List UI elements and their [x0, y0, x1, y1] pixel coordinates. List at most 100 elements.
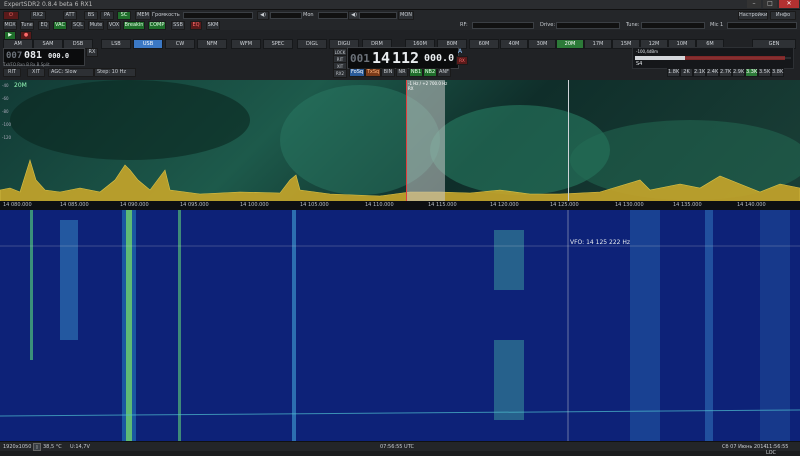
vfo-b-sub-3: Split — [40, 62, 50, 67]
tune-level-label: Tune: — [626, 22, 640, 28]
vox-button[interactable]: VOX — [107, 21, 121, 30]
step-select[interactable]: Step: 10 Hz — [94, 68, 136, 77]
mode-spec[interactable]: SPEC — [263, 39, 293, 49]
vfo-b-sub-0: TxVFO — [3, 62, 16, 67]
freq-tick-5: 14 105.000 — [300, 202, 329, 208]
nb2-button[interactable]: NB2 — [423, 68, 437, 77]
mute-button[interactable]: Mute — [88, 21, 104, 30]
db-2: -60 — [2, 96, 9, 101]
main-frequency-display[interactable]: 001 14 112 000.0 — [347, 47, 459, 69]
tune-button[interactable]: Tune — [20, 21, 34, 30]
bw-3-5k[interactable]: 3.5K — [758, 68, 771, 77]
mon-label: Mon — [303, 12, 314, 18]
mem-button[interactable]: MEM — [135, 11, 151, 20]
vfo-b-sub: TxVFO Rxn B Rx B Split — [3, 62, 50, 67]
power-button[interactable]: ⏻ — [3, 11, 19, 20]
freq-tick-8: 14 120.000 — [490, 202, 519, 208]
vfo-b-rx-label[interactable]: RX — [86, 48, 98, 57]
bw-3-3k[interactable]: 3.3K — [745, 68, 758, 77]
bw-3-8k[interactable]: 3.8K — [771, 68, 784, 77]
mode-wfm[interactable]: WFM — [231, 39, 261, 49]
bw-2-7k[interactable]: 2.7K — [719, 68, 732, 77]
nr-button[interactable]: NR — [396, 68, 408, 77]
mode-cw[interactable]: CW — [165, 39, 195, 49]
mic-slider[interactable] — [727, 22, 797, 29]
freq-hz: 000.0 — [424, 53, 455, 64]
band-60m[interactable]: 60M — [469, 39, 499, 49]
band-30m[interactable]: 30M — [528, 39, 556, 49]
close-button[interactable]: ✕ — [779, 0, 799, 8]
txsq-button[interactable]: TxSq — [365, 68, 381, 77]
volume-fine-slider[interactable] — [270, 12, 302, 19]
mon-slider[interactable] — [318, 12, 348, 19]
eq2-button[interactable]: EQ — [190, 21, 202, 30]
fosq-button[interactable]: FoSq — [349, 68, 365, 77]
mon-button[interactable]: MON — [398, 11, 414, 20]
filter-passband[interactable] — [406, 80, 445, 201]
filter-sub: RX — [408, 86, 414, 91]
bw-2-1k[interactable]: 2.1K — [693, 68, 706, 77]
info-button[interactable]: Инфо — [770, 11, 796, 20]
band-40m[interactable]: 40M — [500, 39, 528, 49]
waterfall[interactable]: VFO: 14 125 222 Hz — [0, 210, 800, 441]
vfo-b-khz: 081 — [24, 50, 43, 61]
speaker-icon[interactable]: ◀) — [257, 11, 269, 20]
vfo-b-hz: 000.0 — [48, 52, 70, 60]
vfo-a-label: A — [458, 48, 463, 55]
bw-1-8k[interactable]: 1.8K — [667, 68, 680, 77]
band-20m[interactable]: 20M — [556, 39, 584, 49]
skm-button[interactable]: SKM — [206, 21, 220, 30]
utc-time: 07:56:55 UTC — [380, 444, 414, 450]
bw-2k[interactable]: 2K — [680, 68, 693, 77]
pa-button[interactable]: PA — [100, 11, 114, 20]
sql-button[interactable]: SQL — [71, 21, 85, 30]
freq-mhz: 14 — [372, 49, 391, 67]
maximize-button[interactable]: □ — [763, 0, 777, 8]
title-bar: ExpertSDR2 0.8.4 beta 6 RX1 – □ ✕ — [0, 0, 800, 10]
bin-button[interactable]: BIN — [381, 68, 395, 77]
rit-button[interactable]: RIT — [3, 68, 21, 77]
band-17m[interactable]: 17M — [584, 39, 612, 49]
eq-button[interactable]: EQ — [38, 21, 50, 30]
freq-tick-11: 14 135.000 — [673, 202, 702, 208]
vac-button[interactable]: VAC — [53, 21, 67, 30]
freq-tick-10: 14 130.000 — [615, 202, 644, 208]
volume-slider[interactable] — [183, 12, 253, 19]
bw-2-9k[interactable]: 2.9K — [732, 68, 745, 77]
mox-button[interactable]: MOX — [3, 21, 17, 30]
rf-label: RF: — [460, 22, 468, 28]
rx2-toggle[interactable]: RX2 — [333, 69, 347, 78]
vfo-b-sub-1: Rxn B — [17, 62, 29, 67]
xit-button[interactable]: XIT — [27, 68, 45, 77]
comp-button[interactable]: COMP — [148, 21, 166, 30]
sc-button[interactable]: SC — [117, 11, 131, 20]
db-0: -40 — [2, 83, 9, 88]
anf-button[interactable]: ANF — [437, 68, 451, 77]
att-button[interactable]: ATT — [63, 11, 77, 20]
settings-button[interactable]: Настройки — [738, 11, 768, 20]
mode-lsb[interactable]: LSB — [101, 39, 131, 49]
mode-nfm[interactable]: NFM — [197, 39, 227, 49]
breakin-button[interactable]: Breakin — [123, 21, 145, 30]
drive-slider[interactable] — [556, 22, 620, 29]
vfo-a-rx-button[interactable]: RX — [456, 56, 468, 65]
mon-level-slider[interactable] — [359, 12, 397, 19]
ssb-button[interactable]: SSB — [171, 21, 185, 30]
mode-digl[interactable]: DIGL — [297, 39, 327, 49]
minimize-button[interactable]: – — [747, 0, 761, 8]
freq-tick-6: 14 110.000 — [365, 202, 394, 208]
tune-slider[interactable] — [641, 22, 705, 29]
db-scale: -40 -60 -80 -100 -120 — [2, 83, 11, 140]
freq-tick-4: 14 100.000 — [240, 202, 269, 208]
spectrum-trace — [0, 80, 800, 201]
rx2-button[interactable]: RX2 — [30, 11, 46, 20]
nb1-button[interactable]: NB1 — [409, 68, 423, 77]
agc-select[interactable]: AGC: Slow — [48, 68, 94, 77]
bs-button[interactable]: BS — [84, 11, 98, 20]
mode-usb[interactable]: USB — [133, 39, 163, 49]
freq-tick-2: 14 090.000 — [120, 202, 149, 208]
bw-2-4k[interactable]: 2.4K — [706, 68, 719, 77]
frequency-axis[interactable]: 14 080.000 14 085.000 14 090.000 14 095.… — [0, 201, 800, 210]
spectrum-panel[interactable]: -1 Hz / +2 700.0 Hz RX 20M -40 -60 -80 -… — [0, 80, 800, 201]
rf-slider[interactable] — [472, 22, 534, 29]
